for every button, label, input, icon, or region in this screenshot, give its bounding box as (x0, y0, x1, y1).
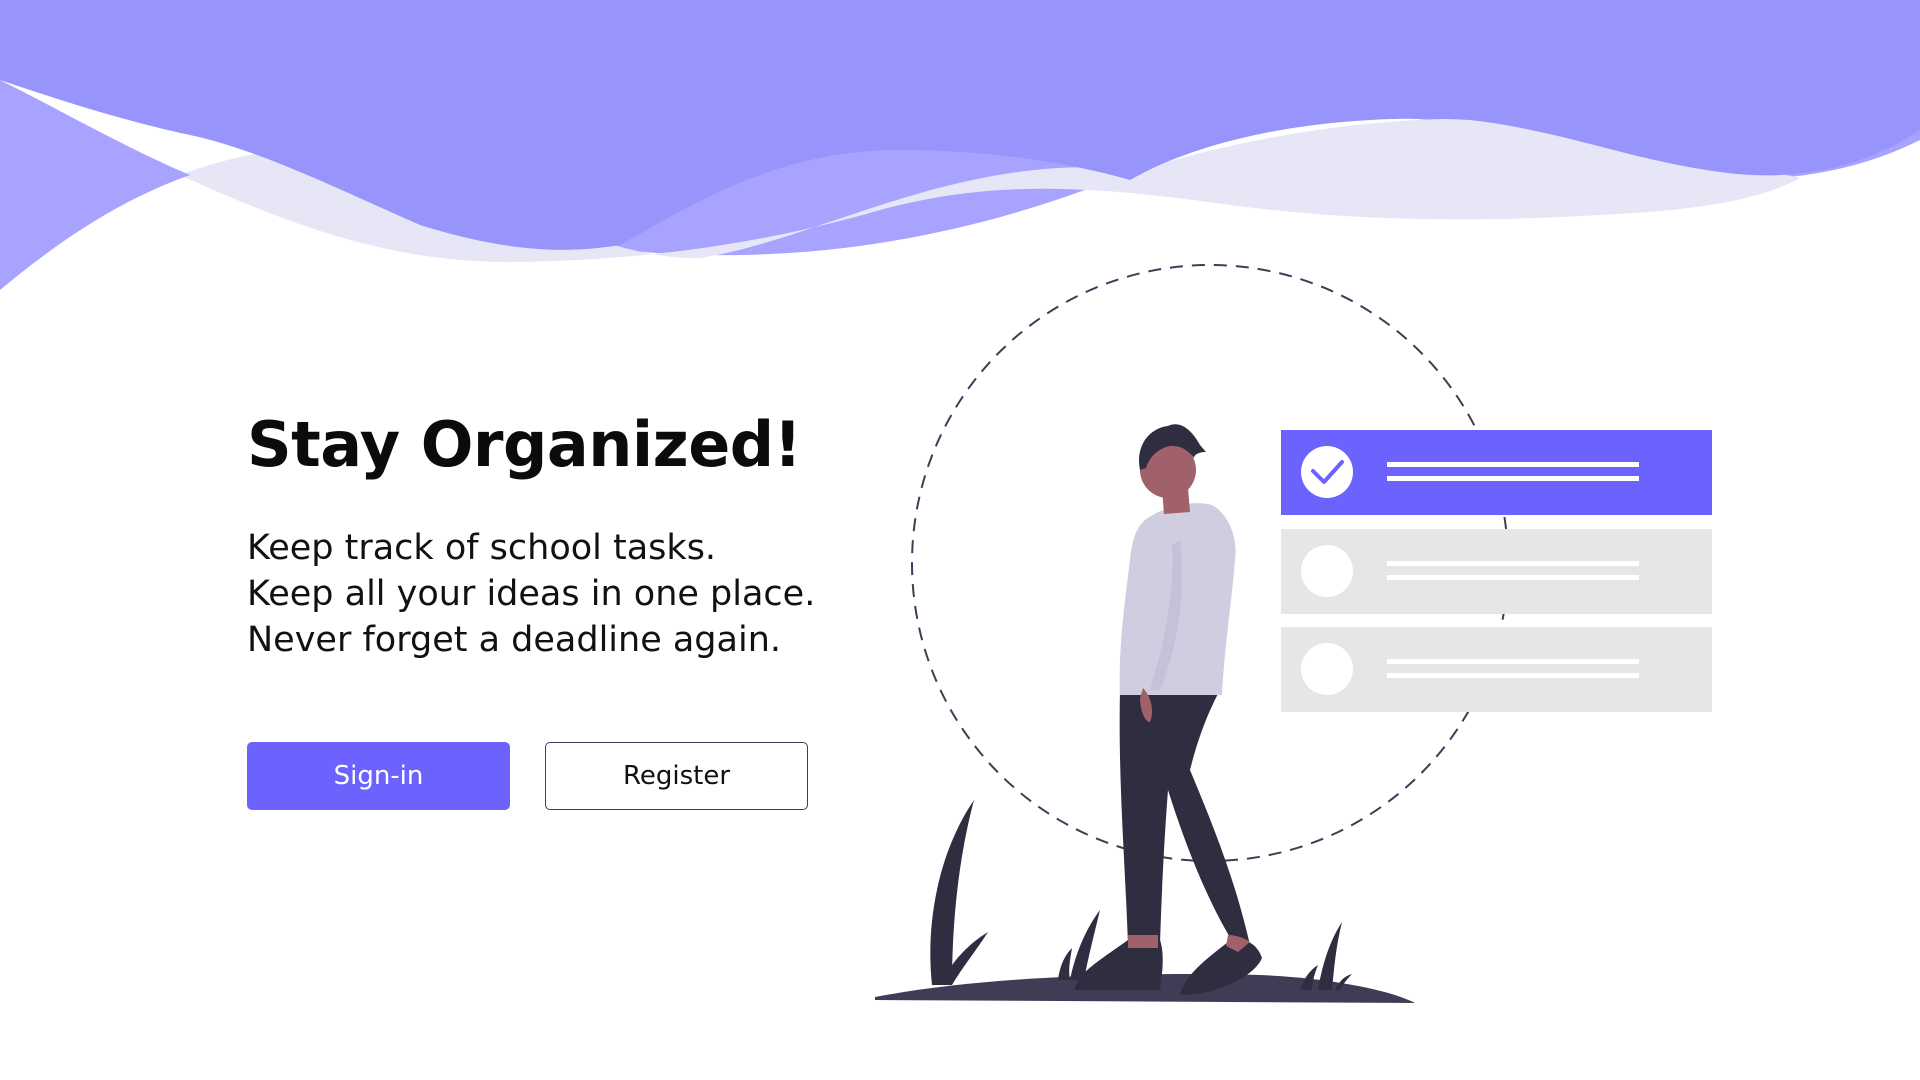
task-card-completed (1281, 430, 1712, 515)
hero-line-1: Keep track of school tasks. (247, 528, 717, 568)
task-card-pending (1281, 529, 1712, 614)
hero-description: Keep track of school tasks. Keep all you… (247, 525, 887, 663)
page-title: Stay Organized! (247, 408, 802, 481)
hero-section: Stay Organized! Keep track of school tas… (247, 405, 887, 663)
hero-line-2: Keep all your ideas in one place. (247, 574, 816, 614)
task-card-pending (1281, 627, 1712, 712)
register-button[interactable]: Register (545, 742, 808, 810)
hero-illustration (875, 264, 1712, 1003)
hero-line-3: Never forget a deadline again. (247, 620, 782, 660)
person-illustration (1075, 424, 1262, 995)
signin-button[interactable]: Sign-in (247, 742, 510, 810)
task-list-illustration (1281, 430, 1712, 712)
